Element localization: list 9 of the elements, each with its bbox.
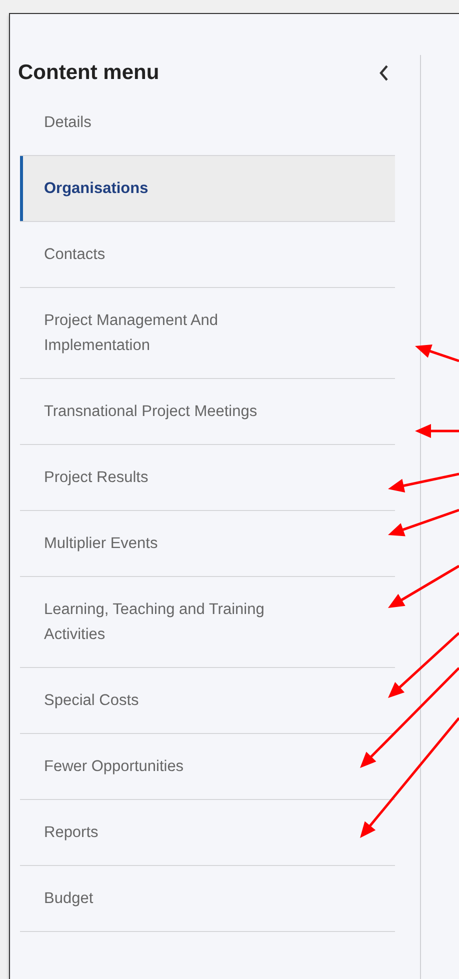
menu-item[interactable]: Organisations [20,156,395,222]
menu-item[interactable]: Multiplier Events [20,511,395,577]
menu-item[interactable]: Contacts [20,222,395,288]
menu-item[interactable]: Project Management And Implementation [20,288,395,379]
menu-item[interactable]: Learning, Teaching and Training Activities [20,577,395,668]
menu-item[interactable]: Budget [20,866,395,932]
menu-item[interactable]: Project Results [20,445,395,511]
sidebar-title: Content menu [18,60,160,84]
menu-item[interactable]: Transnational Project Meetings [20,379,395,445]
